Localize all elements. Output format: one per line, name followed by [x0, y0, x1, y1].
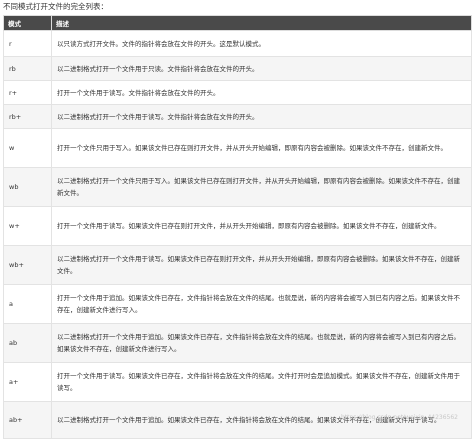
mode-cell: rb [3, 56, 52, 81]
table-row: rb+ 以二进制格式打开一个文件用于读写。文件指针将会放在文件的开头。 [3, 104, 472, 129]
mode-cell: r+ [3, 80, 52, 105]
mode-cell: wb+ [3, 245, 52, 285]
description-cell: 以只读方式打开文件。文件的指针将会放在文件的开头。这是默认模式。 [51, 30, 472, 57]
table-header-row: 模式 描述 [3, 15, 472, 31]
mode-cell: ab+ [3, 401, 52, 439]
table-row: w+ 打开一个文件用于读写。如果该文件已存在则打开文件，并从开头开始编辑，即原有… [3, 206, 472, 246]
mode-cell: rb+ [3, 104, 52, 129]
mode-cell: a+ [3, 362, 52, 402]
table-row: r 以只读方式打开文件。文件的指针将会放在文件的开头。这是默认模式。 [3, 30, 472, 57]
mode-cell: w+ [3, 206, 52, 246]
table-row: ab 以二进制格式打开一个文件用于追加。如果该文件已存在，文件指针将会放在文件的… [3, 323, 472, 363]
description-cell: 打开一个文件用于读写。如果该文件已存在，文件指针将会放在文件的结尾。文件打开时会… [51, 362, 472, 402]
mode-cell: ab [3, 323, 52, 363]
description-cell: 以二进制格式打开一个文件用于追加。如果该文件已存在，文件指针将会放在文件的结尾。… [51, 323, 472, 363]
description-cell: 以二进制格式打开一个文件用于读写。文件指针将会放在文件的开头。 [51, 104, 472, 129]
mode-cell: wb [3, 167, 52, 207]
file-mode-table: 模式 描述 r 以只读方式打开文件。文件的指针将会放在文件的开头。这是默认模式。… [3, 15, 472, 439]
table-row: r+ 打开一个文件用于读写。文件指针将会放在文件的开头。 [3, 80, 472, 105]
table-row: a 打开一个文件用于追加。如果该文件已存在，文件指针将会放在文件的结尾。也就是说… [3, 284, 472, 324]
mode-cell: r [3, 30, 52, 57]
description-cell: 打开一个文件用于读写。如果该文件已存在则打开文件，并从开头开始编辑，即原有内容会… [51, 206, 472, 246]
mode-cell: w [3, 128, 52, 168]
mode-cell: a [3, 284, 52, 324]
description-cell: 以二进制格式打开一个文件用于读写。如果该文件已存在则打开文件，并从开头开始编辑，… [51, 245, 472, 285]
description-cell: 打开一个文件用于追加。如果该文件已存在，文件指针将会放在文件的结尾。也就是说，新… [51, 284, 472, 324]
table-row: wb 以二进制格式打开一个文件只用于写入。如果该文件已存在则打开文件，并从开头开… [3, 167, 472, 207]
table-row: w 打开一个文件只用于写入。如果该文件已存在则打开文件，并从开头开始编辑，即原有… [3, 128, 472, 168]
watermark: https://blog.csdn.net/weixin_44236562 [340, 414, 458, 421]
table-row: wb+ 以二进制格式打开一个文件用于读写。如果该文件已存在则打开文件，并从开头开… [3, 245, 472, 285]
header-mode: 模式 [3, 15, 52, 31]
table-caption: 不同模式打开文件的完全列表： [3, 2, 108, 11]
table-row: a+ 打开一个文件用于读写。如果该文件已存在，文件指针将会放在文件的结尾。文件打… [3, 362, 472, 402]
header-description: 描述 [51, 15, 472, 31]
description-cell: 以二进制格式打开一个文件只用于写入。如果该文件已存在则打开文件，并从开头开始编辑… [51, 167, 472, 207]
description-cell: 打开一个文件用于读写。文件指针将会放在文件的开头。 [51, 80, 472, 105]
description-cell: 以二进制格式打开一个文件用于只读。文件指针将会放在文件的开头。 [51, 56, 472, 81]
description-cell: 打开一个文件只用于写入。如果该文件已存在则打开文件，并从开头开始编辑，即原有内容… [51, 128, 472, 168]
table-row: rb 以二进制格式打开一个文件用于只读。文件指针将会放在文件的开头。 [3, 56, 472, 81]
